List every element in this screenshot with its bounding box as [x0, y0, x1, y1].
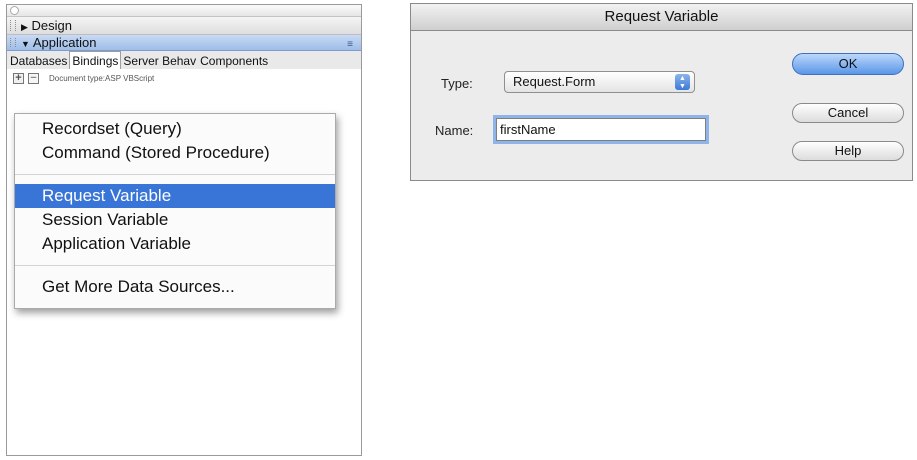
add-binding-button[interactable]: + — [13, 72, 24, 84]
grip-icon[interactable] — [10, 20, 16, 31]
add-binding-menu: Recordset (Query) Command (Stored Proced… — [14, 113, 336, 309]
menu-separator — [15, 265, 335, 266]
panel-tabs: Databases Bindings Server Behav Componen… — [7, 51, 361, 70]
remove-binding-button[interactable]: − — [28, 72, 39, 84]
tab-databases[interactable]: Databases — [8, 53, 69, 69]
menu-item-command[interactable]: Command (Stored Procedure) — [15, 141, 335, 165]
panel-close-icon[interactable] — [10, 6, 19, 15]
select-arrows-icon: ▲ ▼ — [675, 74, 690, 90]
application-panel-header[interactable]: ▼ Application ≡ — [7, 35, 361, 51]
design-label: Design — [31, 18, 73, 33]
panel-options-icon[interactable]: ≡ — [347, 37, 353, 52]
menu-separator — [15, 174, 335, 175]
document-type-label: Document type:ASP VBScript — [49, 73, 155, 83]
menu-item-request-variable[interactable]: Request Variable — [15, 184, 335, 208]
name-input[interactable]: firstName — [496, 118, 706, 141]
design-panel-header[interactable]: ▶ Design — [7, 17, 361, 35]
type-value: Request.Form — [513, 74, 596, 89]
menu-item-session-variable[interactable]: Session Variable — [15, 208, 335, 232]
help-button[interactable]: Help — [792, 141, 904, 161]
name-label: Name: — [435, 123, 474, 138]
ok-button[interactable]: OK — [792, 53, 904, 75]
menu-item-application-variable[interactable]: Application Variable — [15, 232, 335, 256]
panel-topbar — [7, 5, 361, 17]
bindings-toolbar: + − Document type:ASP VBScript — [7, 69, 361, 87]
menu-item-get-more-data-sources[interactable]: Get More Data Sources... — [15, 275, 335, 299]
collapsed-arrow-icon: ▶ — [21, 22, 28, 32]
tab-bindings[interactable]: Bindings — [69, 51, 122, 70]
dialog-title: Request Variable — [411, 4, 912, 31]
grip-icon[interactable] — [10, 38, 16, 47]
application-label: Application — [32, 35, 97, 50]
type-select[interactable]: Request.Form ▲ ▼ — [504, 71, 695, 93]
menu-item-recordset[interactable]: Recordset (Query) — [15, 117, 335, 141]
type-label: Type: — [441, 76, 473, 91]
request-variable-dialog: Request Variable Type: Request.Form ▲ ▼ N… — [410, 3, 913, 181]
tab-components[interactable]: Components — [198, 53, 270, 69]
cancel-button[interactable]: Cancel — [792, 103, 904, 123]
expanded-arrow-icon: ▼ — [21, 39, 30, 49]
tab-server-behaviors[interactable]: Server Behav — [121, 53, 198, 69]
